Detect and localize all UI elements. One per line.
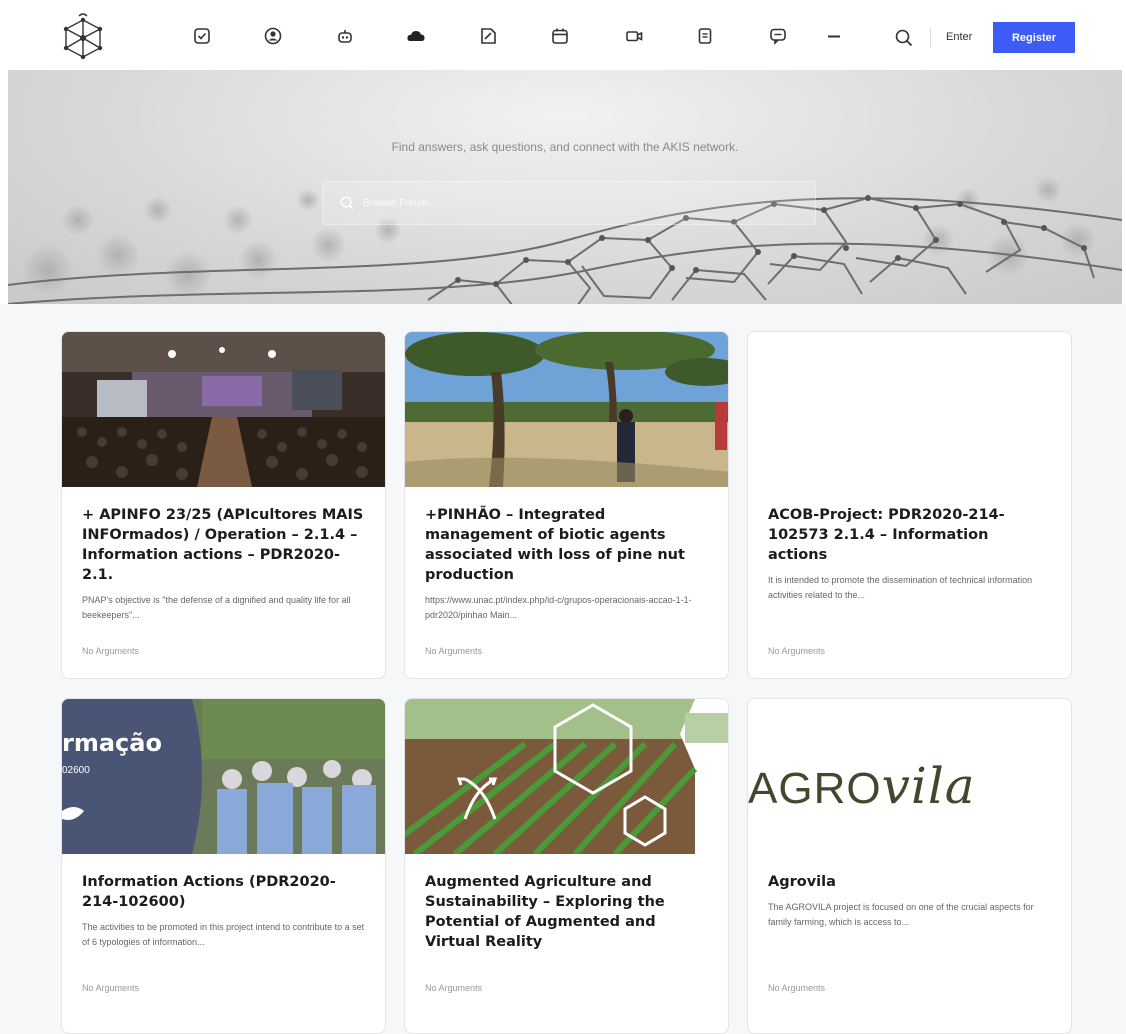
search-icon[interactable] — [893, 27, 915, 49]
card-image-subtext: 02600 — [62, 765, 90, 776]
card-image-conference-hall — [62, 332, 385, 487]
logo-text-vila: vila — [881, 757, 976, 815]
forum-card[interactable]: AGROvila Agrovila The AGROVILA project i… — [747, 698, 1072, 1034]
card-title[interactable]: ACOB-Project: PDR2020-214-102573 2.1.4 –… — [768, 505, 1051, 565]
card-image-field-visit: rmação 02600 — [62, 699, 385, 854]
user-circle-icon[interactable] — [262, 25, 284, 47]
site-logo[interactable] — [60, 12, 106, 62]
robot-icon[interactable] — [334, 25, 356, 47]
document-icon[interactable] — [694, 25, 716, 47]
forum-search-input[interactable] — [363, 197, 663, 209]
card-title[interactable]: Agrovila — [768, 872, 1051, 892]
card-image-crop-field — [405, 699, 728, 854]
card-arguments-count: No Arguments — [425, 646, 483, 656]
more-icon[interactable] — [823, 25, 845, 47]
card-image-blank — [748, 332, 1071, 487]
card-excerpt: PNAP's objective is "the defense of a di… — [82, 595, 351, 620]
card-title[interactable]: +PINHÃO – Integrated management of bioti… — [425, 505, 708, 585]
note-icon[interactable] — [477, 25, 499, 47]
card-title[interactable]: Augmented Agriculture and Sustainability… — [425, 872, 708, 952]
search-icon — [340, 196, 354, 210]
card-excerpt: The AGROVILA project is focused on one o… — [768, 902, 1034, 927]
hero-tagline: Find answers, ask questions, and connect… — [391, 140, 739, 154]
card-image-text: rmação — [62, 729, 162, 757]
card-arguments-count: No Arguments — [425, 983, 483, 993]
card-title[interactable]: Information Actions (PDR2020-214-102600) — [82, 872, 365, 912]
forum-card[interactable]: ACOB-Project: PDR2020-214-102573 2.1.4 –… — [747, 331, 1072, 679]
card-excerpt: It is intended to promote the disseminat… — [768, 575, 1033, 600]
card-arguments-count: No Arguments — [768, 646, 826, 656]
chat-icon[interactable] — [767, 25, 789, 47]
card-arguments-count: No Arguments — [82, 646, 140, 656]
forum-card-grid: + APINFO 23/25 (APIcultores MAIS INFOrma… — [0, 304, 1126, 1034]
checkbox-icon[interactable] — [191, 25, 213, 47]
logo-text-agro: AGRO — [748, 764, 882, 813]
card-excerpt: The activities to be promoted in this pr… — [82, 922, 365, 947]
video-icon[interactable] — [623, 25, 645, 47]
card-image-agrovila-logo: AGROvila — [748, 699, 1071, 854]
forum-card[interactable]: rmação 02600 Information Actions (PDR202… — [61, 698, 386, 1034]
card-arguments-count: No Arguments — [768, 983, 826, 993]
hero-banner: Find answers, ask questions, and connect… — [8, 70, 1122, 304]
card-title[interactable]: + APINFO 23/25 (APIcultores MAIS INFOrma… — [82, 505, 365, 585]
forum-card[interactable]: Augmented Agriculture and Sustainability… — [404, 698, 729, 1034]
forum-card[interactable]: +PINHÃO – Integrated management of bioti… — [404, 331, 729, 679]
top-bar: Enter Register — [0, 0, 1126, 70]
register-button[interactable]: Register — [993, 22, 1075, 53]
card-excerpt: https://www.unac.pt/index.php/id-c/grupo… — [425, 595, 692, 620]
enter-link[interactable]: Enter — [946, 31, 972, 43]
card-arguments-count: No Arguments — [82, 983, 140, 993]
card-image-pine-forest — [405, 332, 728, 487]
calendar-icon[interactable] — [549, 25, 571, 47]
cloud-icon[interactable] — [405, 25, 427, 47]
forum-search-bar[interactable] — [322, 181, 816, 225]
header-divider — [930, 28, 931, 48]
forum-card[interactable]: + APINFO 23/25 (APIcultores MAIS INFOrma… — [61, 331, 386, 679]
